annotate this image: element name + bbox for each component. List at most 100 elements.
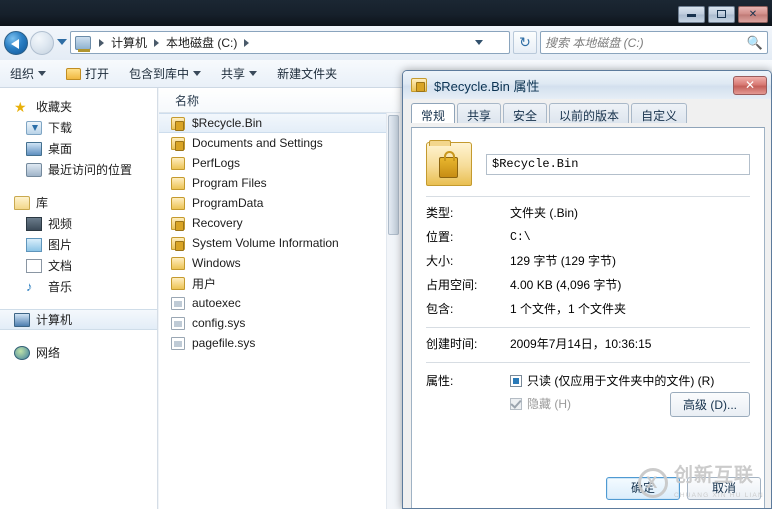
divider xyxy=(426,362,750,363)
system-file-icon xyxy=(171,336,185,350)
file-name: pagefile.sys xyxy=(192,336,256,350)
table-row[interactable]: Recovery xyxy=(159,213,400,233)
file-name: Windows xyxy=(192,256,241,270)
tab-previous-versions[interactable]: 以前的版本 xyxy=(549,103,630,123)
command-open[interactable]: 打开 xyxy=(66,65,109,82)
window-titlebar: ✕ xyxy=(0,0,772,26)
readonly-label: 只读 (仅应用于文件夹中的文件) (R) xyxy=(527,374,715,388)
address-bar[interactable]: 计算机 本地磁盘 (C:) xyxy=(70,31,510,54)
documents-icon xyxy=(26,258,42,273)
chevron-down-icon[interactable] xyxy=(57,39,67,45)
video-icon xyxy=(26,216,42,231)
folder-name-row: $Recycle.Bin xyxy=(426,140,750,186)
advanced-button[interactable]: 高级 (D)... xyxy=(670,392,750,417)
sidebar-item-libraries[interactable]: 库 xyxy=(0,192,157,213)
sidebar-item-desktop[interactable]: 桌面 xyxy=(0,138,157,159)
field-type-label: 类型: xyxy=(426,206,454,220)
file-name: ProgramData xyxy=(192,196,264,210)
sidebar-item-documents[interactable]: 文档 xyxy=(0,255,157,276)
table-row[interactable]: autoexec xyxy=(159,293,400,313)
locked-folder-icon xyxy=(171,236,185,251)
hidden-label: 隐藏 (H) xyxy=(527,397,571,411)
table-row[interactable]: System Volume Information xyxy=(159,233,400,253)
sidebar-label: 计算机 xyxy=(36,313,73,327)
command-share[interactable]: 共享 xyxy=(221,65,258,82)
sidebar-item-network[interactable]: 网络 xyxy=(0,342,157,363)
breadcrumb-item-computer[interactable]: 计算机 xyxy=(109,34,149,51)
table-row[interactable]: Windows xyxy=(159,253,400,273)
field-contains-label: 包含: xyxy=(426,302,454,316)
dialog-title: $Recycle.Bin 属性 xyxy=(434,78,540,94)
breadcrumb-separator[interactable] xyxy=(244,38,250,47)
scrollbar-thumb[interactable] xyxy=(388,115,399,235)
navigation-pane: ★ 收藏夹 下载 桌面 最近访问的位置 库 视频 图片 文档 ♪ 音乐 计算机 … xyxy=(0,88,158,509)
breadcrumb-item-localdisk[interactable]: 本地磁盘 (C:) xyxy=(164,34,239,51)
folder-icon xyxy=(171,196,185,210)
minimize-button[interactable] xyxy=(678,6,705,23)
dialog-tabstrip: 常规 共享 安全 以前的版本 自定义 xyxy=(403,99,771,123)
maximize-button[interactable] xyxy=(708,6,735,23)
table-row[interactable]: config.sys xyxy=(159,313,400,333)
field-contains: 包含: 1 个文件，1 个文件夹 xyxy=(426,302,750,317)
file-name: Documents and Settings xyxy=(192,136,323,150)
command-include-in-library[interactable]: 包含到库中 xyxy=(129,65,202,82)
sidebar-item-pictures[interactable]: 图片 xyxy=(0,234,157,255)
file-list-scrollbar[interactable] xyxy=(386,113,400,509)
sidebar-item-downloads[interactable]: 下载 xyxy=(0,117,157,138)
file-name: autoexec xyxy=(192,296,241,310)
attributes-label: 属性: xyxy=(426,374,454,388)
refresh-button[interactable]: ↻ xyxy=(513,31,537,54)
command-organize[interactable]: 组织 xyxy=(10,65,47,82)
sidebar-item-recent-places[interactable]: 最近访问的位置 xyxy=(0,159,157,180)
tab-general[interactable]: 常规 xyxy=(411,103,456,123)
downloads-icon xyxy=(26,120,42,135)
breadcrumb-separator[interactable] xyxy=(154,38,160,47)
sidebar-label: 库 xyxy=(36,196,49,210)
field-size-on-disk: 占用空间: 4.00 KB (4,096 字节) xyxy=(426,278,750,293)
divider xyxy=(426,196,750,197)
field-size-on-disk-value: 4.00 KB (4,096 字节) xyxy=(510,278,622,292)
file-name: System Volume Information xyxy=(192,236,339,250)
sidebar-label: 网络 xyxy=(36,346,61,360)
address-dropdown-icon[interactable] xyxy=(475,40,483,45)
table-row[interactable]: Documents and Settings xyxy=(159,133,400,153)
tab-customize[interactable]: 自定义 xyxy=(631,103,688,123)
tab-security[interactable]: 安全 xyxy=(503,103,548,123)
back-arrow-icon[interactable] xyxy=(4,31,28,55)
dialog-close-button[interactable]: ✕ xyxy=(733,75,767,95)
table-row[interactable]: ProgramData xyxy=(159,193,400,213)
forward-arrow-icon[interactable] xyxy=(30,31,54,55)
table-row[interactable]: 用户 xyxy=(159,273,400,293)
desktop-icon xyxy=(26,141,42,156)
network-icon xyxy=(14,345,30,360)
close-button[interactable]: ✕ xyxy=(738,6,768,23)
field-created-value: 2009年7月14日，10:36:15 xyxy=(510,337,652,351)
sidebar-item-favorites[interactable]: ★ 收藏夹 xyxy=(0,96,157,117)
breadcrumb-separator[interactable] xyxy=(99,38,104,47)
lock-shackle-icon xyxy=(444,151,455,161)
readonly-checkbox[interactable]: 只读 (仅应用于文件夹中的文件) (R) xyxy=(510,372,750,389)
command-new-folder[interactable]: 新建文件夹 xyxy=(277,65,337,82)
search-box[interactable]: 搜索 本地磁盘 (C:) 🔍 xyxy=(540,31,768,54)
field-location-label: 位置: xyxy=(426,230,454,244)
tab-sharing[interactable]: 共享 xyxy=(457,103,502,123)
folder-name-input[interactable]: $Recycle.Bin xyxy=(486,153,750,175)
locked-folder-icon xyxy=(171,136,185,151)
table-row[interactable]: Program Files xyxy=(159,173,400,193)
file-name: 用户 xyxy=(192,276,217,291)
search-input[interactable]: 搜索 本地磁盘 (C:) xyxy=(545,34,747,51)
folder-icon xyxy=(171,156,185,170)
table-row[interactable]: PerfLogs xyxy=(159,153,400,173)
sidebar-item-computer[interactable]: 计算机 xyxy=(0,309,157,330)
window-controls: ✕ xyxy=(678,6,768,23)
field-created-label: 创建时间: xyxy=(426,337,478,351)
divider xyxy=(426,327,750,328)
column-header-name[interactable]: 名称 xyxy=(159,88,400,113)
sidebar-item-music[interactable]: ♪ 音乐 xyxy=(0,276,157,297)
locked-folder-icon xyxy=(411,78,427,92)
sidebar-item-videos[interactable]: 视频 xyxy=(0,213,157,234)
command-include-label: 包含到库中 xyxy=(129,67,190,81)
table-row[interactable]: pagefile.sys xyxy=(159,333,400,353)
table-row[interactable]: $Recycle.Bin xyxy=(159,113,400,133)
